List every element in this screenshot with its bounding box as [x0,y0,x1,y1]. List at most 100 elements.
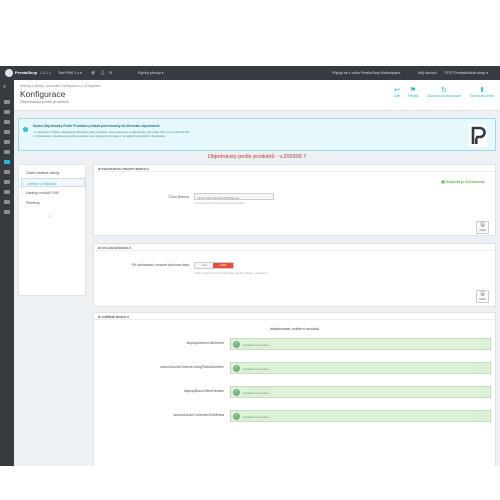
nav-dashboard-icon[interactable] [4,100,10,104]
module-version: - v.200309.7 [274,154,307,160]
menu-item-label: Katalog modulů PMS [26,191,59,195]
check-circle-icon: ✓ [233,365,240,372]
check-circle-icon: ✓ [233,341,240,348]
hook-status-text: Úspěšně provedeno [243,390,270,395]
hook-status-bar: ✓ Úspěšně provedeno [230,338,491,350]
nav-design-icon[interactable] [4,170,10,174]
module-menu: › Časté kladené otázky › Licence a instala… [18,164,86,296]
hook-status-text: Úspěšně provedeno [243,366,270,371]
control-panel-heading: ⚙ OVLÁDÁNÍ MODULU [94,244,495,251]
toggle-off[interactable]: NE [195,263,214,268]
check-title: Instalované ověření modulu [269,326,320,331]
nav-stats-icon[interactable] [4,150,10,154]
caret-icon: › [22,201,24,205]
info-line-1: Modul Objednávky Podle Produktu přidává … [33,124,161,128]
menu-item-catalog[interactable]: › Katalog modulů PMS [21,188,85,197]
quick-access-menu[interactable]: Rychlý přístup ▾ [138,71,164,75]
save-icon: 🖫︎ [480,222,485,228]
license-save-button[interactable]: 🖫︎ Uložit [476,221,489,234]
menu-item-faq[interactable]: › Časté kladené otázky [21,168,85,177]
prestashop-logo-icon[interactable] [5,69,13,77]
search-icon[interactable]: ⌕ [3,84,6,91]
hook-status-bar: ✓ Úspěšně provedeno [230,362,491,374]
admin-screen: PrestaShop 1.6.1.x Test PMS 1.x ▾ 🛒︎ 👤︎ … [0,66,500,466]
nav-catalog-icon[interactable] [4,120,10,124]
nav-service-icon[interactable] [4,140,10,144]
license-panel: ⚙ REGISTRACE TOHOTO MODULU ▣ Produkt je … [93,164,496,236]
presta-module-logo-icon [469,124,487,147]
menu-collapse-icon[interactable]: ≡ [49,214,51,219]
check-updates-label: Zkontrolovat aktualizace [426,94,462,98]
cart-icon[interactable]: 🛒︎ [91,70,96,75]
license-status-text: Produkt je licencován [445,180,485,184]
info-icon: i [23,127,28,132]
nav-customers-icon[interactable] [4,130,10,134]
caret-icon: › [22,191,24,195]
translate-button[interactable]: ⚑ Překlad [404,86,422,98]
menu-item-overview[interactable]: › Přehledy [21,198,85,207]
page-subtitle: Objednávky podle produktů [20,99,69,104]
info-alert: i Modul Objednávky Podle Produktu přidáv… [18,118,496,151]
save-label: Uložit [479,298,486,301]
brand-main: PrestaShop [15,70,38,75]
back-button[interactable]: ↩ Zpět [390,86,404,98]
user-icon[interactable]: 👤︎ [100,70,105,75]
hook-name: actionAdminOrdersListingFieldsModifier [160,365,224,369]
menu-item-license[interactable]: › Licence a instalace [21,178,85,187]
toggle-on[interactable]: ANO [213,263,233,268]
save-label: Uložit [479,229,486,232]
back-label: Zpět [393,94,401,98]
hook-status-bar: ✓ Úspěšně provedeno [230,410,491,422]
manage-hooks-label: Spravovat vzhled [469,94,495,98]
hook-status-bar: ✓ Úspěšně provedeno [230,386,491,398]
uninstall-delete-label: Při odinstalaci zmazat všechna data [131,263,189,267]
check-circle-icon: ✓ [233,413,240,420]
manage-hooks-button[interactable]: ⬆ Spravovat vzhled [466,86,498,98]
side-nav: ⌕ [0,80,14,466]
top-bar: PrestaShop 1.6.1.x Test PMS 1.x ▾ 🛒︎ 👤︎ … [0,66,500,80]
nav-advanced-icon[interactable] [4,210,10,214]
shop-selector[interactable]: Test PMS 1.x ▾ [58,71,82,75]
comment-icon[interactable]: ✉ [109,70,112,75]
hook-status-text: Úspěšně provedeno [243,414,270,419]
hook-name: actionAdminControllerSetMedia [173,413,224,417]
page-header: Moduly a Služby / pro lokální Konfigurac… [14,80,500,111]
upload-icon: ⬆ [479,87,485,94]
my-store-link[interactable]: Můj obchod [418,71,437,75]
module-check-panel: ⚙ OVĚŘENÍ MODULU Instalované ověření mod… [93,312,496,466]
license-status: ▣ Produkt je licencován [441,179,485,184]
nav-preferences-icon[interactable] [4,200,10,204]
hook-status-text: Úspěšně provedeno [243,342,270,347]
license-input[interactable]: TEST-ONLY-NO-FILTRADE-xxx [194,193,274,200]
hook-name: displayBackOfficeHeader [183,389,224,393]
save-icon: 🖫︎ [480,291,485,297]
check-updates-button[interactable]: ↻ Zkontrolovat aktualizace [424,86,464,98]
refresh-icon: ↻ [441,87,447,94]
hook-name: displayAdminListBefore [186,341,224,345]
menu-item-label: Časté kladené otázky [26,171,60,175]
module-title-text: Objednávky podle produktů [207,154,275,160]
caret-icon: › [22,171,24,175]
brand-name: PrestaShop [15,70,37,75]
nav-orders-icon[interactable] [4,110,10,114]
module-control-panel: ⚙ OVLÁDÁNÍ MODULU Při odinstalaci zmazat… [93,243,496,307]
check-square-icon: ▣ [441,180,445,184]
marketplace-link[interactable]: Připojit se k celku PrestaShop Marketpla… [332,71,400,75]
version-label: 1.6.1.x [40,71,51,75]
nav-modules-icon[interactable] [4,160,10,164]
menu-item-label: Přehledy [26,201,40,205]
control-save-button[interactable]: 🖫︎ Uložit [476,290,489,303]
delete-data-toggle[interactable]: NE ANO [194,262,234,269]
back-icon: ↩ [394,87,400,94]
nav-shipping-icon[interactable] [4,180,10,184]
breadcrumb: Moduly a Služby / pro lokální Konfigurac… [20,84,101,88]
user-menu[interactable]: TEST PrestaModule.shop ▾ [444,71,488,75]
license-help: Použijte licenci pro registraci tohoto m… [194,202,245,205]
info-line-3: • Vyhledávání objednávek podle produktu … [33,134,166,138]
check-circle-icon: ✓ [233,389,240,396]
check-panel-heading: ⚙ OVĚŘENÍ MODULU [94,313,495,320]
page-title: Konfigurace [20,89,66,99]
nav-localization-icon[interactable] [4,190,10,194]
menu-item-label: Licence a instalace [27,182,57,186]
module-title: Objednávky podle produktů - v.200309.7 [18,154,496,160]
